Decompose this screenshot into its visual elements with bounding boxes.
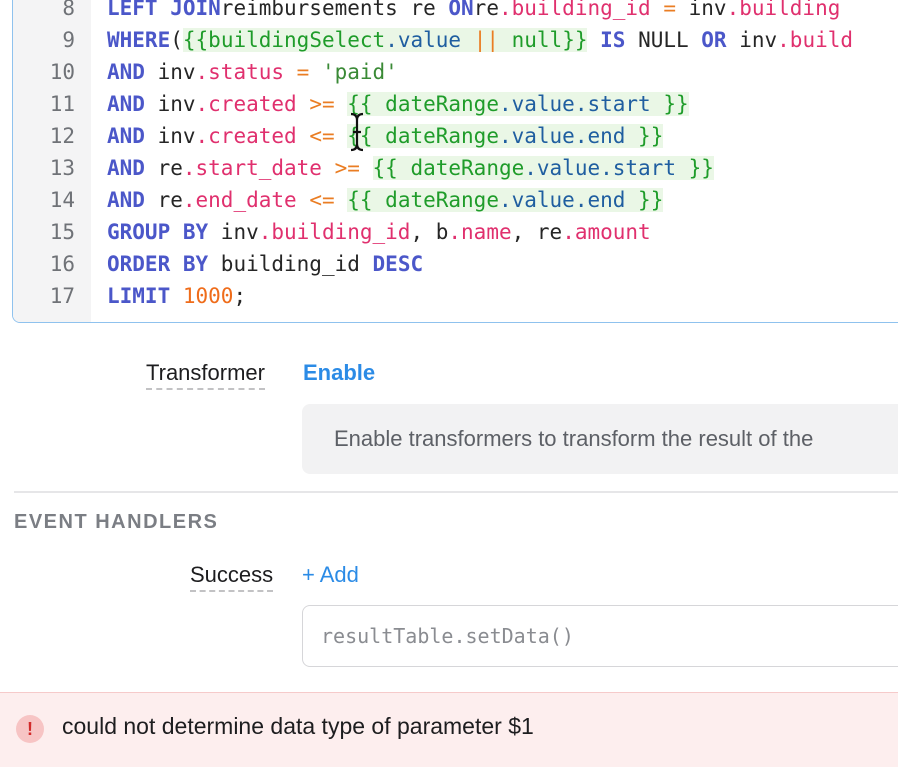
code-token: .amount <box>562 220 651 244</box>
code-token: , b <box>410 220 449 244</box>
enable-transformer-button[interactable]: Enable <box>303 360 375 386</box>
code-token: .value.start <box>498 92 651 116</box>
code-token: 1000 <box>170 284 234 308</box>
code-token: = <box>650 0 689 20</box>
code-token: IS <box>587 28 626 52</box>
code-token: inv <box>208 220 259 244</box>
code-token: <= <box>296 124 348 148</box>
code-token: re <box>144 188 183 212</box>
code-token: 'paid' <box>321 60 398 84</box>
code-token: }} <box>650 92 689 116</box>
code-token: {{ <box>182 28 209 52</box>
code-token: inv <box>688 0 727 20</box>
code-token: null}} <box>511 28 588 52</box>
code-token: {{ dateRange <box>347 188 499 212</box>
code-line[interactable]: 13 AND re.start_date >= {{ dateRange.valu… <box>13 152 714 184</box>
code-token: .created <box>195 92 297 116</box>
code-token: inv <box>144 60 196 84</box>
code-token: .building <box>726 0 841 20</box>
code-token: LEFT JOIN <box>107 0 221 20</box>
code-line[interactable]: 16 ORDER BY building_id DESC <box>13 248 423 280</box>
code-token: .status <box>195 60 285 84</box>
event-handlers-section-title: EVENT HANDLERS <box>14 511 219 533</box>
code-token: NULL <box>625 28 702 52</box>
line-number: 16 <box>49 252 75 276</box>
code-token: .created <box>195 124 297 148</box>
code-token: ; <box>233 284 247 308</box>
code-token: .value.end <box>498 188 626 212</box>
code-token: = <box>284 60 322 84</box>
transformer-info-box: Enable transformers to transform the res… <box>302 404 898 474</box>
code-line[interactable]: 17 LIMIT 1000; <box>13 280 246 312</box>
code-token: {{ dateRange <box>372 156 525 180</box>
line-number: 12 <box>49 124 75 148</box>
code-token: || <box>461 28 512 52</box>
code-token: re <box>144 156 183 180</box>
code-token: , re <box>511 220 563 244</box>
transformer-label: Transformer <box>146 360 265 390</box>
code-token: inv <box>726 28 778 52</box>
code-token: buildingSelect <box>208 28 386 52</box>
code-line[interactable]: 15 GROUP BY inv.building_id, b.name, re.a… <box>13 216 651 248</box>
code-token: reimbursements re <box>220 0 449 20</box>
code-token: AND <box>107 124 145 148</box>
code-token: ORDER BY <box>107 252 209 276</box>
code-token: .value.start <box>524 156 676 180</box>
line-number: 13 <box>49 156 75 180</box>
code-line[interactable]: 12 AND inv.created <= {{ dateRange.value.… <box>13 120 664 152</box>
success-label: Success <box>190 562 274 592</box>
code-token: re <box>473 0 499 20</box>
code-token: LIMIT <box>107 284 171 308</box>
code-line[interactable]: 14 AND re.end_date <= {{ dateRange.value.… <box>13 184 664 216</box>
code-token: DESC <box>372 252 424 276</box>
add-success-handler-button[interactable]: + Add <box>302 562 359 588</box>
divider <box>14 491 898 493</box>
code-token: ( <box>170 28 183 52</box>
code-token: .building_id <box>498 0 651 20</box>
code-token: building_id <box>208 252 373 276</box>
code-token: .value.end <box>498 124 626 148</box>
code-token: }} <box>625 188 664 212</box>
success-handler-input[interactable]: resultTable.setData() <box>302 605 898 667</box>
code-token: <= <box>296 188 348 212</box>
code-line[interactable]: 10 AND inv.status = 'paid' <box>13 56 398 88</box>
code-token: {{ dateRange <box>347 124 499 148</box>
line-number: 11 <box>49 92 75 116</box>
line-number: 10 <box>49 60 75 84</box>
code-token: inv <box>144 124 196 148</box>
sql-code-editor[interactable]: 8 LEFT JOINreimbursements re ONre.buildin… <box>12 0 898 323</box>
line-number: 17 <box>49 284 75 308</box>
code-token: >= <box>321 156 373 180</box>
code-token: .build <box>777 28 854 52</box>
error-message: could not determine data type of paramet… <box>62 713 534 739</box>
text-cursor-icon <box>350 112 364 152</box>
code-token: .value <box>385 28 462 52</box>
code-token: .end_date <box>182 188 297 212</box>
code-token: .name <box>448 220 512 244</box>
code-token: }} <box>625 124 664 148</box>
code-line[interactable]: 8 LEFT JOINreimbursements re ONre.buildin… <box>13 0 840 24</box>
line-number: 9 <box>62 28 75 52</box>
code-token: AND <box>107 60 145 84</box>
code-token: inv <box>144 92 196 116</box>
code-token: AND <box>107 92 145 116</box>
code-token: .building_id <box>258 220 411 244</box>
code-token: ON <box>448 0 474 20</box>
line-number: 15 <box>49 220 75 244</box>
error-banner: ! could not determine data type of param… <box>0 692 898 767</box>
code-line[interactable]: 9 WHERE({{buildingSelect.value || null}} … <box>13 24 853 56</box>
code-token: AND <box>107 156 145 180</box>
code-token: AND <box>107 188 145 212</box>
code-token: .start_date <box>182 156 322 180</box>
line-number: 14 <box>49 188 75 212</box>
code-token: GROUP BY <box>107 220 209 244</box>
code-token: >= <box>296 92 348 116</box>
code-token: }} <box>675 156 714 180</box>
error-icon: ! <box>16 715 44 743</box>
code-token: {{ dateRange <box>347 92 499 116</box>
code-token: WHERE <box>107 28 171 52</box>
code-token: OR <box>701 28 727 52</box>
line-number: 8 <box>62 0 75 20</box>
